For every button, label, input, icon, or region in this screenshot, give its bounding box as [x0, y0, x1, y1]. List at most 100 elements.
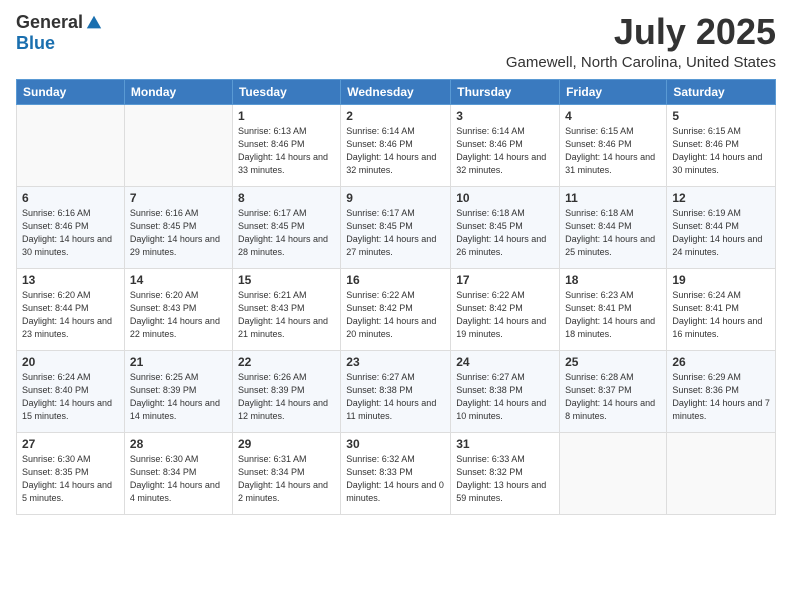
logo: General Blue	[16, 12, 103, 54]
day-cell: 3 Sunrise: 6:14 AMSunset: 8:46 PMDaylight…	[451, 104, 560, 186]
day-number: 22	[238, 355, 335, 369]
day-cell: 6 Sunrise: 6:16 AMSunset: 8:46 PMDaylight…	[17, 186, 125, 268]
day-cell	[17, 104, 125, 186]
header-monday: Monday	[124, 79, 232, 104]
day-cell	[667, 432, 776, 514]
day-cell: 20 Sunrise: 6:24 AMSunset: 8:40 PMDayligh…	[17, 350, 125, 432]
week-row-0: 1 Sunrise: 6:13 AMSunset: 8:46 PMDaylight…	[17, 104, 776, 186]
week-row-4: 27Sunrise: 6:30 AMSunset: 8:35 PMDayligh…	[17, 432, 776, 514]
day-info: Sunrise: 6:17 AMSunset: 8:45 PMDaylight:…	[238, 207, 335, 259]
day-info: Sunrise: 6:18 AMSunset: 8:44 PMDaylight:…	[565, 207, 661, 259]
day-cell: 2 Sunrise: 6:14 AMSunset: 8:46 PMDaylight…	[341, 104, 451, 186]
day-cell: 24 Sunrise: 6:27 AMSunset: 8:38 PMDayligh…	[451, 350, 560, 432]
day-cell: 14 Sunrise: 6:20 AMSunset: 8:43 PMDayligh…	[124, 268, 232, 350]
day-info: Sunrise: 6:21 AMSunset: 8:43 PMDaylight:…	[238, 289, 335, 341]
day-info: Sunrise: 6:23 AMSunset: 8:41 PMDaylight:…	[565, 289, 661, 341]
day-number: 24	[456, 355, 554, 369]
day-cell: 12 Sunrise: 6:19 AMSunset: 8:44 PMDayligh…	[667, 186, 776, 268]
day-number: 15	[238, 273, 335, 287]
day-info: Sunrise: 6:16 AMSunset: 8:45 PMDaylight:…	[130, 207, 227, 259]
header: General Blue July 2025 Gamewell, North C…	[16, 12, 776, 71]
day-number: 25	[565, 355, 661, 369]
day-number: 26	[672, 355, 770, 369]
day-number: 12	[672, 191, 770, 205]
day-number: 4	[565, 109, 661, 123]
title-block: July 2025 Gamewell, North Carolina, Unit…	[506, 12, 776, 71]
day-info: Sunrise: 6:27 AMSunset: 8:38 PMDaylight:…	[456, 371, 554, 423]
day-info: Sunrise: 6:31 AMSunset: 8:34 PMDaylight:…	[238, 453, 335, 505]
day-cell: 26 Sunrise: 6:29 AMSunset: 8:36 PMDayligh…	[667, 350, 776, 432]
day-info: Sunrise: 6:25 AMSunset: 8:39 PMDaylight:…	[130, 371, 227, 423]
day-info: Sunrise: 6:24 AMSunset: 8:41 PMDaylight:…	[672, 289, 770, 341]
day-number: 20	[22, 355, 119, 369]
day-info: Sunrise: 6:33 AMSunset: 8:32 PMDaylight:…	[456, 453, 554, 505]
calendar-table: SundayMondayTuesdayWednesdayThursdayFrid…	[16, 79, 776, 515]
day-cell: 18Sunrise: 6:23 AMSunset: 8:41 PMDayligh…	[560, 268, 667, 350]
day-number: 28	[130, 437, 227, 451]
day-cell: 1 Sunrise: 6:13 AMSunset: 8:46 PMDaylight…	[232, 104, 340, 186]
week-row-2: 13 Sunrise: 6:20 AMSunset: 8:44 PMDayligh…	[17, 268, 776, 350]
day-cell: 9Sunrise: 6:17 AMSunset: 8:45 PMDaylight…	[341, 186, 451, 268]
day-info: Sunrise: 6:17 AMSunset: 8:45 PMDaylight:…	[346, 207, 445, 259]
day-info: Sunrise: 6:19 AMSunset: 8:44 PMDaylight:…	[672, 207, 770, 259]
day-info: Sunrise: 6:30 AMSunset: 8:34 PMDaylight:…	[130, 453, 227, 505]
day-number: 1	[238, 109, 335, 123]
day-cell: 30Sunrise: 6:32 AMSunset: 8:33 PMDayligh…	[341, 432, 451, 514]
day-info: Sunrise: 6:14 AMSunset: 8:46 PMDaylight:…	[346, 125, 445, 177]
day-number: 7	[130, 191, 227, 205]
week-row-1: 6 Sunrise: 6:16 AMSunset: 8:46 PMDaylight…	[17, 186, 776, 268]
day-number: 17	[456, 273, 554, 287]
day-cell: 10 Sunrise: 6:18 AMSunset: 8:45 PMDayligh…	[451, 186, 560, 268]
day-number: 2	[346, 109, 445, 123]
day-info: Sunrise: 6:14 AMSunset: 8:46 PMDaylight:…	[456, 125, 554, 177]
day-info: Sunrise: 6:20 AMSunset: 8:44 PMDaylight:…	[22, 289, 119, 341]
day-info: Sunrise: 6:20 AMSunset: 8:43 PMDaylight:…	[130, 289, 227, 341]
day-number: 23	[346, 355, 445, 369]
day-cell: 8 Sunrise: 6:17 AMSunset: 8:45 PMDaylight…	[232, 186, 340, 268]
day-cell: 23 Sunrise: 6:27 AMSunset: 8:38 PMDayligh…	[341, 350, 451, 432]
month-title: July 2025	[506, 12, 776, 52]
day-info: Sunrise: 6:24 AMSunset: 8:40 PMDaylight:…	[22, 371, 119, 423]
day-info: Sunrise: 6:15 AMSunset: 8:46 PMDaylight:…	[565, 125, 661, 177]
day-number: 14	[130, 273, 227, 287]
day-info: Sunrise: 6:15 AMSunset: 8:46 PMDaylight:…	[672, 125, 770, 177]
day-number: 13	[22, 273, 119, 287]
day-number: 5	[672, 109, 770, 123]
day-cell: 22 Sunrise: 6:26 AMSunset: 8:39 PMDayligh…	[232, 350, 340, 432]
day-info: Sunrise: 6:30 AMSunset: 8:35 PMDaylight:…	[22, 453, 119, 505]
header-friday: Friday	[560, 79, 667, 104]
day-info: Sunrise: 6:29 AMSunset: 8:36 PMDaylight:…	[672, 371, 770, 423]
day-cell: 27Sunrise: 6:30 AMSunset: 8:35 PMDayligh…	[17, 432, 125, 514]
day-info: Sunrise: 6:22 AMSunset: 8:42 PMDaylight:…	[456, 289, 554, 341]
day-info: Sunrise: 6:18 AMSunset: 8:45 PMDaylight:…	[456, 207, 554, 259]
header-sunday: Sunday	[17, 79, 125, 104]
day-info: Sunrise: 6:32 AMSunset: 8:33 PMDaylight:…	[346, 453, 445, 505]
header-saturday: Saturday	[667, 79, 776, 104]
page: General Blue July 2025 Gamewell, North C…	[0, 0, 792, 612]
day-cell: 25 Sunrise: 6:28 AMSunset: 8:37 PMDayligh…	[560, 350, 667, 432]
day-number: 8	[238, 191, 335, 205]
day-number: 29	[238, 437, 335, 451]
day-number: 19	[672, 273, 770, 287]
day-info: Sunrise: 6:16 AMSunset: 8:46 PMDaylight:…	[22, 207, 119, 259]
logo-general-text: General	[16, 12, 83, 33]
day-cell: 15 Sunrise: 6:21 AMSunset: 8:43 PMDayligh…	[232, 268, 340, 350]
day-cell: 31Sunrise: 6:33 AMSunset: 8:32 PMDayligh…	[451, 432, 560, 514]
header-thursday: Thursday	[451, 79, 560, 104]
day-info: Sunrise: 6:13 AMSunset: 8:46 PMDaylight:…	[238, 125, 335, 177]
day-number: 11	[565, 191, 661, 205]
day-info: Sunrise: 6:28 AMSunset: 8:37 PMDaylight:…	[565, 371, 661, 423]
day-cell: 17 Sunrise: 6:22 AMSunset: 8:42 PMDayligh…	[451, 268, 560, 350]
day-info: Sunrise: 6:22 AMSunset: 8:42 PMDaylight:…	[346, 289, 445, 341]
header-tuesday: Tuesday	[232, 79, 340, 104]
day-cell: 13 Sunrise: 6:20 AMSunset: 8:44 PMDayligh…	[17, 268, 125, 350]
day-number: 16	[346, 273, 445, 287]
day-cell: 16 Sunrise: 6:22 AMSunset: 8:42 PMDayligh…	[341, 268, 451, 350]
day-cell	[124, 104, 232, 186]
week-row-3: 20 Sunrise: 6:24 AMSunset: 8:40 PMDayligh…	[17, 350, 776, 432]
day-info: Sunrise: 6:26 AMSunset: 8:39 PMDaylight:…	[238, 371, 335, 423]
day-number: 3	[456, 109, 554, 123]
day-number: 10	[456, 191, 554, 205]
day-info: Sunrise: 6:27 AMSunset: 8:38 PMDaylight:…	[346, 371, 445, 423]
day-number: 6	[22, 191, 119, 205]
